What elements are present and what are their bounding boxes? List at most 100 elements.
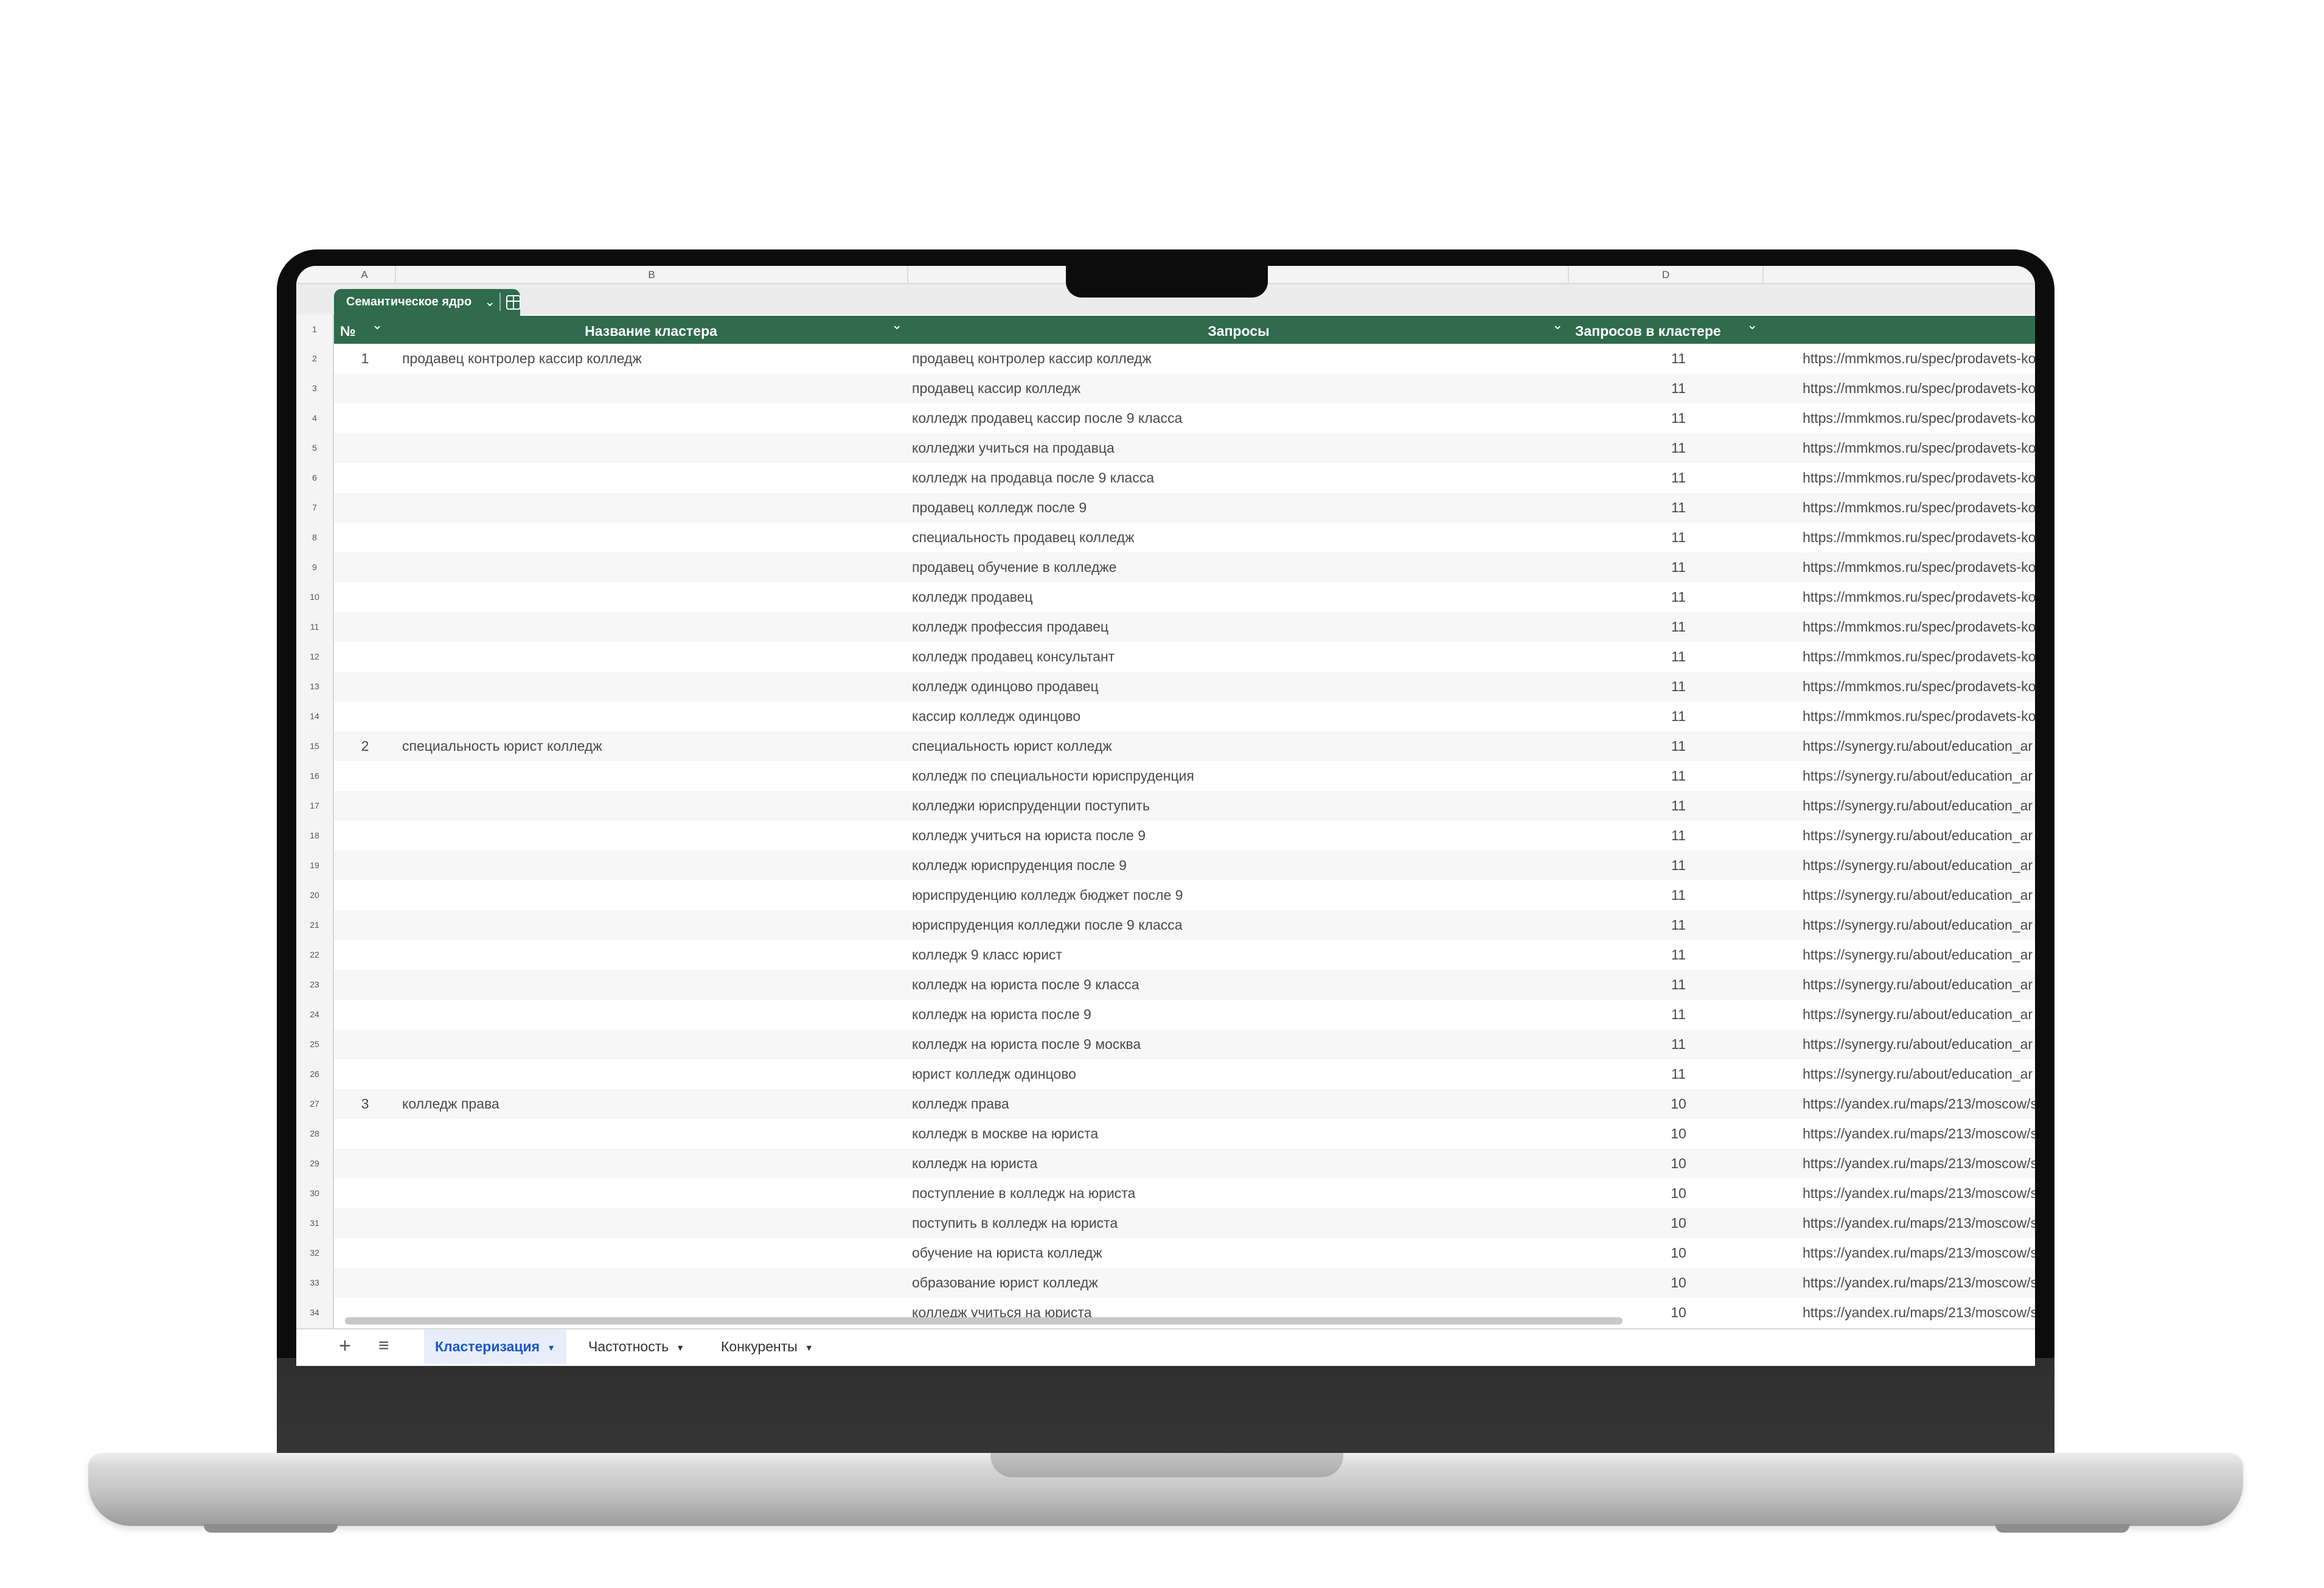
- cluster-number-cell[interactable]: [334, 374, 396, 403]
- query-count-cell[interactable]: 11: [1636, 642, 1721, 672]
- column-letter-e[interactable]: [1764, 266, 2035, 284]
- query-cell[interactable]: колледж в москве на юриста: [912, 1119, 1569, 1149]
- filter-chevron-icon[interactable]: ⌄: [1552, 317, 1563, 333]
- row-number[interactable]: 2: [296, 344, 333, 374]
- query-count-cell[interactable]: 11: [1636, 910, 1721, 940]
- column-letter-d[interactable]: D: [1569, 266, 1764, 284]
- url-cell[interactable]: https://synergy.ru/about/education_ar: [1803, 1000, 2035, 1029]
- url-cell[interactable]: https://mmkmos.ru/spec/prodavets-ko: [1803, 552, 2035, 582]
- query-cell[interactable]: колледж на юриста: [912, 1149, 1569, 1179]
- cluster-name-cell[interactable]: [402, 940, 901, 970]
- cluster-name-cell[interactable]: [402, 821, 901, 851]
- row-number[interactable]: 12: [296, 642, 333, 672]
- query-count-cell[interactable]: 10: [1636, 1268, 1721, 1298]
- query-count-cell[interactable]: 11: [1636, 1059, 1721, 1089]
- cluster-name-cell[interactable]: [402, 403, 901, 433]
- cluster-number-cell[interactable]: [334, 1149, 396, 1179]
- row-number[interactable]: 22: [296, 940, 333, 970]
- query-count-cell[interactable]: 11: [1636, 940, 1721, 970]
- cluster-name-cell[interactable]: [402, 1208, 901, 1238]
- cluster-number-cell[interactable]: [334, 1029, 396, 1059]
- row-number[interactable]: 4: [296, 403, 333, 433]
- url-cell[interactable]: https://mmkmos.ru/spec/prodavets-ko: [1803, 702, 2035, 731]
- cluster-number-cell[interactable]: [334, 493, 396, 523]
- cluster-name-cell[interactable]: [402, 1000, 901, 1029]
- url-cell[interactable]: https://mmkmos.ru/spec/prodavets-ko: [1803, 582, 2035, 612]
- cluster-name-cell[interactable]: [402, 970, 901, 1000]
- cluster-name-cell[interactable]: [402, 1119, 901, 1149]
- row-number[interactable]: 31: [296, 1208, 333, 1238]
- row-number[interactable]: 17: [296, 791, 333, 821]
- row-number[interactable]: 24: [296, 1000, 333, 1029]
- row-number[interactable]: 28: [296, 1119, 333, 1149]
- query-count-cell[interactable]: 10: [1636, 1149, 1721, 1179]
- query-cell[interactable]: поступить в колледж на юриста: [912, 1208, 1569, 1238]
- url-cell[interactable]: https://mmkmos.ru/spec/prodavets-ko: [1803, 523, 2035, 552]
- row-number[interactable]: 10: [296, 582, 333, 612]
- url-cell[interactable]: https://synergy.ru/about/education_ar: [1803, 970, 2035, 1000]
- url-cell[interactable]: https://synergy.ru/about/education_ar: [1803, 880, 2035, 910]
- query-cell[interactable]: колледж 9 класс юрист: [912, 940, 1569, 970]
- cluster-number-cell[interactable]: [334, 970, 396, 1000]
- query-cell[interactable]: колледж юриспруденция после 9: [912, 851, 1569, 880]
- query-cell[interactable]: колледж права: [912, 1089, 1569, 1119]
- row-number[interactable]: 32: [296, 1238, 333, 1268]
- query-cell[interactable]: юрист колледж одинцово: [912, 1059, 1569, 1089]
- row-number[interactable]: 34: [296, 1298, 333, 1328]
- query-cell[interactable]: юриспруденция колледжи после 9 класса: [912, 910, 1569, 940]
- cluster-name-cell[interactable]: [402, 1149, 901, 1179]
- cluster-number-cell[interactable]: [334, 910, 396, 940]
- query-count-cell[interactable]: 11: [1636, 433, 1721, 463]
- url-cell[interactable]: https://yandex.ru/maps/213/moscow/s: [1803, 1179, 2035, 1208]
- url-cell[interactable]: https://synergy.ru/about/education_ar: [1803, 761, 2035, 791]
- sheet-tab-frequency[interactable]: Частотность ▼: [577, 1329, 695, 1363]
- cluster-number-cell[interactable]: [334, 1268, 396, 1298]
- table-icon[interactable]: [506, 295, 521, 310]
- list-icon[interactable]: ≡: [378, 1336, 389, 1356]
- query-count-cell[interactable]: 10: [1636, 1179, 1721, 1208]
- cluster-number-cell[interactable]: [334, 433, 396, 463]
- query-cell[interactable]: колледжи юриспруденции поступить: [912, 791, 1569, 821]
- caret-down-icon[interactable]: ▼: [676, 1343, 684, 1353]
- url-cell[interactable]: https://synergy.ru/about/education_ar: [1803, 821, 2035, 851]
- caret-down-icon[interactable]: ▼: [805, 1343, 813, 1353]
- cluster-number-cell[interactable]: [334, 791, 396, 821]
- query-cell[interactable]: колледж продавец: [912, 582, 1569, 612]
- url-cell[interactable]: https://synergy.ru/about/education_ar: [1803, 791, 2035, 821]
- row-number[interactable]: 29: [296, 1149, 333, 1179]
- row-number[interactable]: 27: [296, 1089, 333, 1119]
- cluster-name-cell[interactable]: [402, 523, 901, 552]
- query-cell[interactable]: колледж профессия продавец: [912, 612, 1569, 642]
- query-cell[interactable]: кассир колледж одинцово: [912, 702, 1569, 731]
- cluster-name-cell[interactable]: [402, 1238, 901, 1268]
- query-count-cell[interactable]: 10: [1636, 1298, 1721, 1328]
- cluster-number-cell[interactable]: [334, 940, 396, 970]
- cluster-number-cell[interactable]: [334, 642, 396, 672]
- cluster-name-cell[interactable]: [402, 880, 901, 910]
- query-count-cell[interactable]: 11: [1636, 761, 1721, 791]
- cluster-name-cell[interactable]: [402, 702, 901, 731]
- query-count-cell[interactable]: 11: [1636, 851, 1721, 880]
- filter-chevron-icon[interactable]: ⌄: [372, 317, 383, 333]
- table-tab-semantic-core[interactable]: Семантическое ядро ⌄: [334, 289, 521, 316]
- cluster-name-cell[interactable]: [402, 552, 901, 582]
- url-cell[interactable]: https://synergy.ru/about/education_ar: [1803, 1059, 2035, 1089]
- sheet-tab-competitors[interactable]: Конкуренты ▼: [710, 1329, 824, 1363]
- caret-down-icon[interactable]: ▼: [547, 1343, 555, 1353]
- cluster-name-cell[interactable]: [402, 493, 901, 523]
- query-count-cell[interactable]: 11: [1636, 463, 1721, 493]
- row-number[interactable]: 3: [296, 374, 333, 403]
- row-number[interactable]: 26: [296, 1059, 333, 1089]
- url-cell[interactable]: https://yandex.ru/maps/213/moscow/s: [1803, 1268, 2035, 1298]
- url-cell[interactable]: https://synergy.ru/about/education_ar: [1803, 851, 2035, 880]
- query-count-cell[interactable]: 11: [1636, 523, 1721, 552]
- cluster-name-cell[interactable]: [402, 642, 901, 672]
- query-cell[interactable]: поступление в колледж на юриста: [912, 1179, 1569, 1208]
- cluster-name-cell[interactable]: [402, 851, 901, 880]
- row-number[interactable]: 14: [296, 702, 333, 731]
- cluster-number-cell[interactable]: [334, 1208, 396, 1238]
- cluster-name-cell[interactable]: [402, 612, 901, 642]
- query-count-cell[interactable]: 11: [1636, 1029, 1721, 1059]
- query-cell[interactable]: образование юрист колледж: [912, 1268, 1569, 1298]
- cluster-name-cell[interactable]: [402, 1059, 901, 1089]
